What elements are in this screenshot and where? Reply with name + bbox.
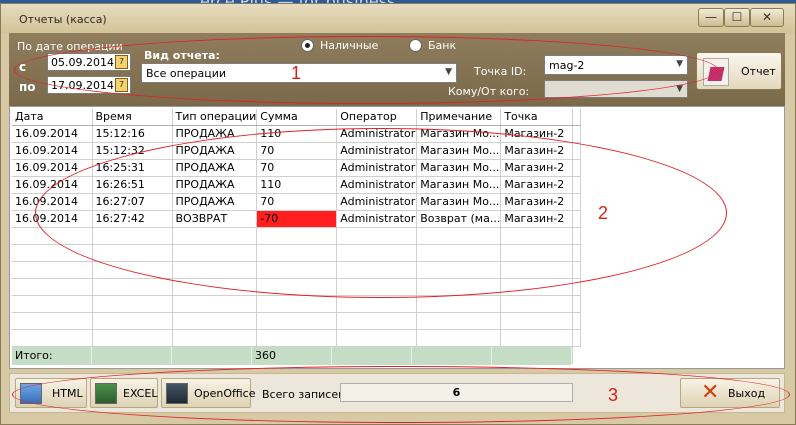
close-button[interactable]: ✕ <box>750 8 784 27</box>
report-button-label: Отчет <box>741 65 776 78</box>
to-label: по <box>19 80 36 94</box>
column-header-point[interactable]: Точка <box>500 109 582 126</box>
annotation-number-1: 1 <box>291 63 302 83</box>
cell-date: 16.09.2014 <box>12 142 93 160</box>
annotation-ellipse-2 <box>35 128 727 298</box>
maximize-button[interactable]: ☐ <box>724 8 750 27</box>
annotation-number-2: 2 <box>598 203 609 223</box>
window-title: Отчеты (касса) <box>19 13 107 26</box>
minimize-button[interactable]: — <box>698 8 724 27</box>
table-row-empty <box>12 312 582 330</box>
column-header-amount[interactable]: Сумма <box>256 109 338 126</box>
total-value: 360 <box>252 347 332 365</box>
cell-time: 15:12:16 <box>92 125 173 143</box>
cell-date: 16.09.2014 <box>12 125 93 143</box>
annotation-ellipse-1 <box>14 36 718 104</box>
annotation-ellipse-3 <box>12 366 790 423</box>
column-header-time[interactable]: Время <box>92 109 173 126</box>
annotation-number-3: 3 <box>608 385 619 405</box>
totals-row: Итого: 360 <box>12 347 572 365</box>
total-label: Итого: <box>12 347 92 365</box>
column-header-operator[interactable]: Оператор <box>336 109 418 126</box>
table-row-empty <box>12 295 582 313</box>
title-bar: Отчеты (касса) — ☐ ✕ <box>1 4 795 34</box>
table-row-empty <box>12 329 582 347</box>
column-header-date[interactable]: Дата <box>12 109 93 126</box>
table-header-row: Дата Время Тип операции Сумма Оператор П… <box>12 109 582 126</box>
column-header-note[interactable]: Примечание <box>416 109 502 126</box>
column-header-operation-type[interactable]: Тип операции <box>172 109 258 126</box>
